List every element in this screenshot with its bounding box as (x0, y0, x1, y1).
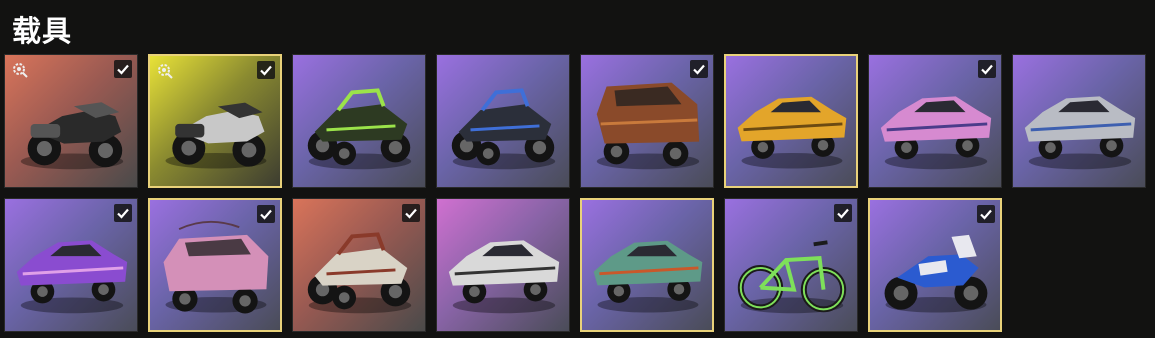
vehicle-tile-coupe-pink[interactable] (868, 54, 1002, 188)
owned-check-icon (834, 204, 852, 222)
owned-check-icon (402, 204, 420, 222)
vehicle-tile-sedan-purple[interactable] (4, 198, 138, 332)
vehicle-tile-motorcycle-blue[interactable] (868, 198, 1002, 332)
customize-gear-icon[interactable] (156, 62, 174, 80)
owned-check-icon (977, 205, 995, 223)
vehicle-tile-motorcycle-black[interactable] (4, 54, 138, 188)
vehicle-tile-suv-rust[interactable] (580, 54, 714, 188)
vehicle-tile-buggy-green[interactable] (292, 54, 426, 188)
vehicle-tile-sedan-yellow[interactable] (724, 54, 858, 188)
vehicle-image (437, 199, 569, 331)
vehicle-tile-bicycle-green[interactable] (724, 198, 858, 332)
vehicle-tile-sedan-silver[interactable] (1012, 54, 1146, 188)
vehicle-tile-sedan-white[interactable] (436, 198, 570, 332)
vehicle-tile-armored-pink[interactable] (148, 198, 282, 332)
vehicle-tile-motorcycle-silver[interactable] (148, 54, 282, 188)
customize-gear-icon[interactable] (11, 61, 29, 79)
vehicle-tile-sedan-teal[interactable] (580, 198, 714, 332)
owned-check-icon (114, 60, 132, 78)
vehicle-tile-buggy-white[interactable] (292, 198, 426, 332)
page-title: 载具 (12, 14, 73, 48)
vehicle-image (582, 200, 712, 330)
vehicle-image (437, 55, 569, 187)
owned-check-icon (257, 61, 275, 79)
vehicle-image (1013, 55, 1145, 187)
vehicle-image (726, 56, 856, 186)
owned-check-icon (257, 205, 275, 223)
owned-check-icon (978, 60, 996, 78)
vehicle-tile-buggy-blue[interactable] (436, 54, 570, 188)
owned-check-icon (114, 204, 132, 222)
owned-check-icon (690, 60, 708, 78)
vehicle-image (293, 55, 425, 187)
